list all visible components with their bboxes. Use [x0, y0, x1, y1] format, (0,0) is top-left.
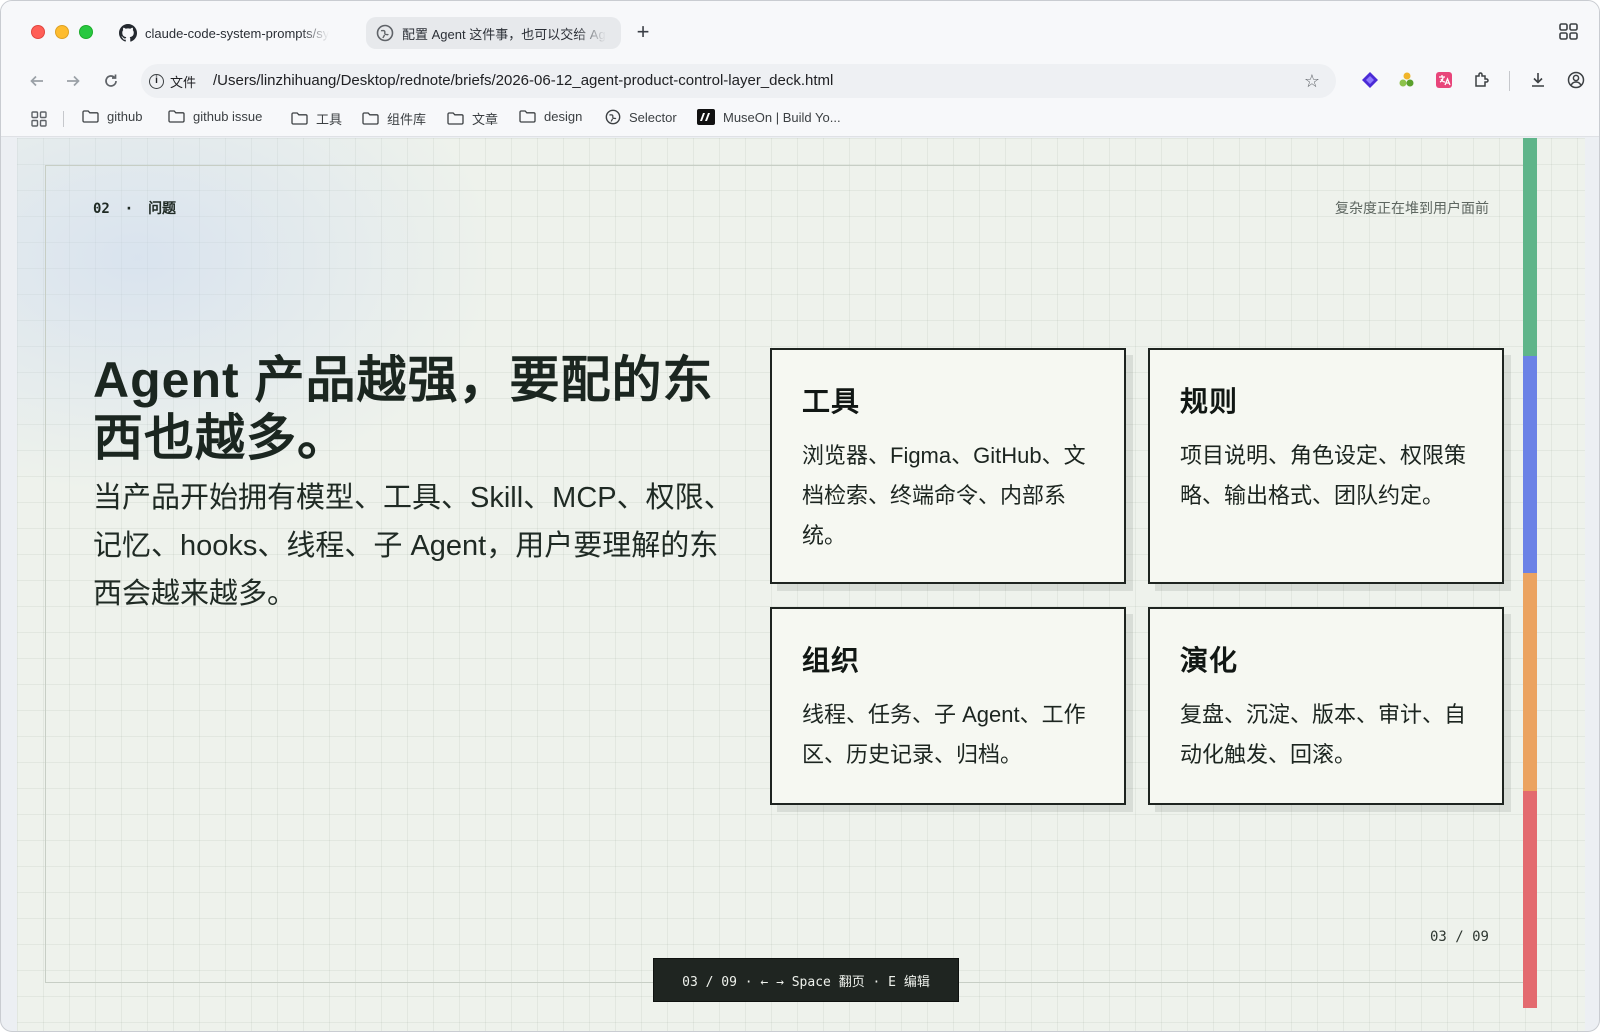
forward-button[interactable]: [61, 69, 85, 93]
minimize-window-button[interactable]: [55, 25, 69, 39]
toolbar-divider: [1509, 71, 1510, 91]
close-window-button[interactable]: [31, 25, 45, 39]
folder-icon: [447, 112, 464, 125]
section-kicker: 02 · 问题: [93, 198, 176, 218]
accent-segment-blue: [1523, 355, 1537, 573]
scheme-label: 文件: [170, 75, 197, 90]
card-text: 浏览器、Figma、GitHub、文档检索、终端命令、内部系统。: [802, 443, 1086, 548]
diamond-icon: [1362, 72, 1378, 88]
globe-icon: [605, 109, 621, 125]
profile-button[interactable]: [1565, 69, 1587, 91]
bookmark-label: 组件库: [387, 112, 427, 127]
downloads-button[interactable]: [1527, 69, 1549, 91]
url-text[interactable]: /Users/linzhihuang/Desktop/rednote/brief…: [213, 72, 833, 89]
card-text: 复盘、沉淀、版本、审计、自动化触发、回滚。: [1180, 702, 1467, 767]
extensions-puzzle-icon[interactable]: [1471, 69, 1493, 91]
reload-button[interactable]: [99, 69, 123, 93]
address-bar[interactable]: i 文件 /Users/linzhihuang/Desktop/rednote/…: [141, 64, 1336, 98]
extension-molecule-icon[interactable]: [1396, 69, 1418, 91]
folder-icon: [168, 110, 185, 123]
bookmark-label: 工具: [316, 112, 343, 127]
tab-active-deck[interactable]: 配置 Agent 这件事，也可以交给 Ag: [366, 17, 621, 49]
apps-grid-icon[interactable]: [31, 111, 47, 127]
slide-body-text: 当产品开始拥有模型、工具、Skill、MCP、权限、记忆、hooks、线程、子 …: [93, 482, 733, 610]
bookmark-folder-design[interactable]: design: [519, 109, 582, 124]
slide-top-note: 复杂度正在堆到用户面前: [1335, 200, 1489, 216]
accent-segment-green: [1523, 138, 1537, 356]
bookmarks-bar: github github issue 工具 组件库 文章 design Sel…: [1, 101, 1599, 137]
browser-window: claude-code-system-prompts/sy 配置 Agent 这…: [0, 0, 1600, 1032]
tab-title: 配置 Agent 这件事，也可以交给 Ag: [402, 26, 606, 42]
card-title: 组织: [802, 645, 861, 676]
navigation-hint-bar[interactable]: 03 / 09 · ← → Space 翻页 · E 编辑: [653, 958, 959, 1002]
bookmark-folder-tools[interactable]: 工具: [291, 109, 342, 128]
bookmark-museon[interactable]: MuseOn | Build Yo...: [697, 109, 841, 125]
tab-github[interactable]: claude-code-system-prompts/sy: [109, 17, 359, 49]
folder-icon: [519, 110, 536, 123]
card-tools: 工具 浏览器、Figma、GitHub、文档检索、终端命令、内部系统。: [770, 348, 1126, 584]
folder-icon: [82, 110, 99, 123]
bookmark-label: Selector: [629, 109, 677, 125]
download-icon: [1532, 73, 1544, 87]
extension-translate-icon[interactable]: [1433, 69, 1455, 91]
profile-icon: [1567, 71, 1585, 89]
molecule-icon: [1399, 72, 1414, 87]
github-icon: [119, 24, 137, 42]
bookmark-label: github issue: [193, 109, 263, 124]
accent-segment-red: [1523, 790, 1537, 1008]
bookmark-selector[interactable]: Selector: [605, 109, 677, 125]
slide-accent-bar: [1523, 138, 1537, 1008]
bookmark-label: design: [544, 109, 583, 124]
arrow-left-icon: [30, 75, 43, 87]
card-text: 线程、任务、子 Agent、工作区、历史记录、归档。: [802, 702, 1086, 767]
folder-icon: [362, 112, 379, 125]
browser-toolbar: i 文件 /Users/linzhihuang/Desktop/rednote/…: [1, 61, 1599, 101]
new-tab-button[interactable]: +: [633, 21, 653, 43]
info-icon: i: [149, 74, 164, 89]
bookmark-folder-components[interactable]: 组件库: [362, 109, 426, 128]
bookmark-label: github: [107, 109, 143, 124]
arrow-right-icon: [67, 75, 80, 87]
bookmark-label: MuseOn | Build Yo...: [723, 109, 841, 125]
bookmarks-divider: [63, 111, 64, 127]
slide-headline: Agent 产品越强，要配的东西也越多。: [93, 352, 714, 466]
section-separator: ·: [126, 201, 132, 217]
bookmark-folder-articles[interactable]: 文章: [447, 109, 498, 128]
puzzle-icon: [1475, 72, 1489, 87]
folder-icon: [291, 112, 308, 125]
section-number: 02: [93, 201, 110, 217]
card-title: 规则: [1180, 386, 1239, 417]
tab-search-icon[interactable]: [1559, 23, 1579, 41]
bookmark-label: 文章: [472, 112, 499, 127]
slide-viewport: 02 · 问题 复杂度正在堆到用户面前 Agent 产品越强，要配的东西也越多。…: [17, 138, 1585, 1031]
card-evolution: 演化 复盘、沉淀、版本、审计、自动化触发、回滚。: [1148, 607, 1504, 805]
page-indicator: 03 / 09: [1429, 929, 1489, 945]
reload-icon: [105, 74, 117, 87]
extension-diamond-icon[interactable]: [1359, 69, 1381, 91]
translate-icon: [1436, 72, 1452, 88]
card-rules: 规则 项目说明、角色设定、权限策略、输出格式、团队约定。: [1148, 348, 1504, 584]
card-title: 演化: [1180, 645, 1239, 676]
section-title: 问题: [148, 201, 177, 217]
card-organization: 组织 线程、任务、子 Agent、工作区、历史记录、归档。: [770, 607, 1126, 805]
card-text: 项目说明、角色设定、权限策略、输出格式、团队约定。: [1180, 443, 1467, 508]
accent-segment-orange: [1523, 573, 1537, 791]
site-info-chip[interactable]: i 文件: [149, 72, 196, 91]
bookmark-star-icon[interactable]: ☆: [1304, 71, 1320, 92]
globe-icon: [376, 24, 394, 42]
bookmark-folder-github[interactable]: github: [82, 109, 142, 124]
bookmark-folder-github-issue[interactable]: github issue: [168, 109, 262, 124]
card-title: 工具: [802, 386, 861, 417]
tab-strip: claude-code-system-prompts/sy 配置 Agent 这…: [1, 1, 1599, 61]
tab-title: claude-code-system-prompts/sy: [145, 25, 330, 41]
back-button[interactable]: [25, 69, 49, 93]
museon-logo-icon: [697, 109, 715, 125]
zoom-window-button[interactable]: [79, 25, 93, 39]
